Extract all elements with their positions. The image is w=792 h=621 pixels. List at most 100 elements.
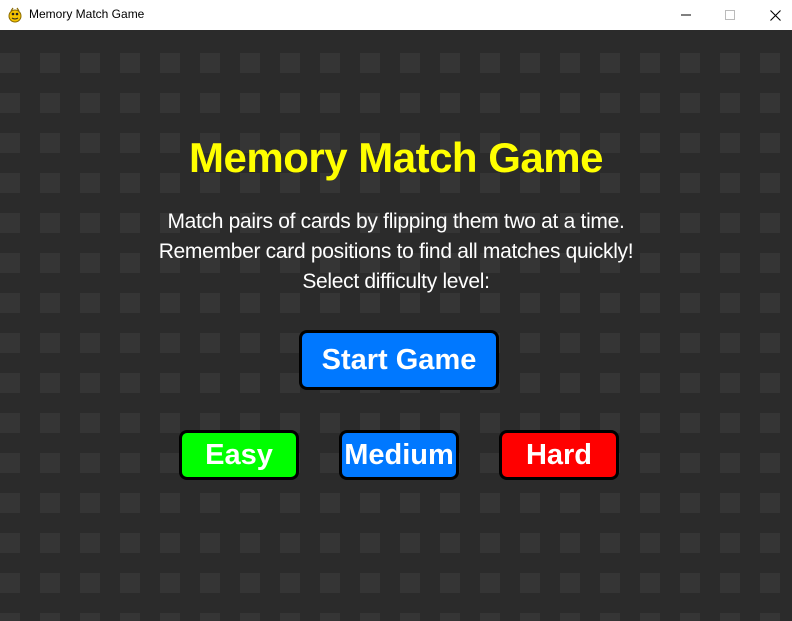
background-tile xyxy=(520,53,540,73)
background-tile xyxy=(520,293,540,313)
background-tile xyxy=(400,53,420,73)
background-tile xyxy=(520,613,540,621)
background-tile xyxy=(400,493,420,513)
background-tile xyxy=(200,333,220,353)
easy-button[interactable]: Easy xyxy=(179,430,299,480)
background-tile xyxy=(680,293,700,313)
background-tile xyxy=(280,93,300,113)
background-tile xyxy=(200,53,220,73)
background-tile xyxy=(720,93,740,113)
background-tile xyxy=(680,453,700,473)
hard-button[interactable]: Hard xyxy=(499,430,619,480)
background-tile xyxy=(120,333,140,353)
background-tile xyxy=(0,533,20,553)
background-tile xyxy=(720,373,740,393)
background-tile xyxy=(760,293,780,313)
background-tile xyxy=(560,293,580,313)
background-tile xyxy=(200,293,220,313)
background-tile xyxy=(360,53,380,73)
background-tile xyxy=(80,373,100,393)
background-tile xyxy=(440,293,460,313)
background-tile xyxy=(680,93,700,113)
background-tile xyxy=(760,373,780,393)
background-tile xyxy=(760,573,780,593)
background-tile xyxy=(160,93,180,113)
background-tile xyxy=(760,493,780,513)
instruction-line: Match pairs of cards by flipping them tw… xyxy=(167,210,625,233)
background-tile xyxy=(640,493,660,513)
background-tile xyxy=(240,493,260,513)
background-tile xyxy=(480,533,500,553)
background-tile xyxy=(320,493,340,513)
maximize-button[interactable] xyxy=(707,0,753,30)
minimize-button[interactable] xyxy=(663,0,709,30)
background-tile xyxy=(600,293,620,313)
background-tile xyxy=(200,613,220,621)
start-game-button[interactable]: Start Game xyxy=(299,330,499,390)
background-tile xyxy=(600,333,620,353)
game-title: Memory Match Game xyxy=(189,134,603,181)
background-tile xyxy=(760,613,780,621)
background-tile xyxy=(0,373,20,393)
background-tile xyxy=(320,293,340,313)
background-tile xyxy=(640,613,660,621)
background-tile xyxy=(40,533,60,553)
background-tile xyxy=(360,93,380,113)
background-tile xyxy=(320,573,340,593)
background-tile xyxy=(160,373,180,393)
background-tile xyxy=(680,413,700,433)
background-tile xyxy=(40,413,60,433)
background-tile xyxy=(320,53,340,73)
background-tile xyxy=(440,573,460,593)
pygame-snake-icon xyxy=(7,7,23,23)
background-tile xyxy=(600,573,620,593)
background-tile xyxy=(80,493,100,513)
background-tile xyxy=(520,373,540,393)
background-tile xyxy=(240,613,260,621)
close-button[interactable] xyxy=(752,0,792,30)
background-tile xyxy=(0,293,20,313)
background-tile xyxy=(120,453,140,473)
background-tile xyxy=(560,613,580,621)
background-tile xyxy=(760,333,780,353)
background-tile xyxy=(80,293,100,313)
background-tile xyxy=(160,613,180,621)
background-tile xyxy=(400,93,420,113)
background-tile xyxy=(280,333,300,353)
background-tile xyxy=(720,53,740,73)
background-tile xyxy=(160,413,180,433)
background-tile xyxy=(560,53,580,73)
background-tile xyxy=(160,53,180,73)
background-tile xyxy=(720,413,740,433)
background-tile xyxy=(160,293,180,313)
background-tile xyxy=(120,493,140,513)
background-tile xyxy=(240,573,260,593)
background-tile xyxy=(480,453,500,473)
background-tile xyxy=(560,533,580,553)
background-tile xyxy=(80,533,100,553)
background-tile xyxy=(40,53,60,73)
game-canvas: Memory Match Game Match pairs of cards b… xyxy=(0,30,792,621)
background-tile xyxy=(720,533,740,553)
background-tile xyxy=(640,533,660,553)
medium-button[interactable]: Medium xyxy=(339,430,459,480)
background-tile xyxy=(440,493,460,513)
background-tile xyxy=(720,333,740,353)
background-tile xyxy=(600,93,620,113)
background-tile xyxy=(720,453,740,473)
background-tile xyxy=(40,573,60,593)
background-tile xyxy=(480,613,500,621)
background-tile xyxy=(360,493,380,513)
window-title: Memory Match Game xyxy=(29,7,145,21)
background-tile xyxy=(480,493,500,513)
background-tile xyxy=(640,453,660,473)
background-tile xyxy=(440,53,460,73)
background-tile xyxy=(400,533,420,553)
background-tile xyxy=(160,573,180,593)
background-tile xyxy=(80,333,100,353)
background-tile xyxy=(120,533,140,553)
background-tile xyxy=(720,293,740,313)
background-tile xyxy=(640,373,660,393)
background-tile xyxy=(200,373,220,393)
background-tile xyxy=(120,613,140,621)
